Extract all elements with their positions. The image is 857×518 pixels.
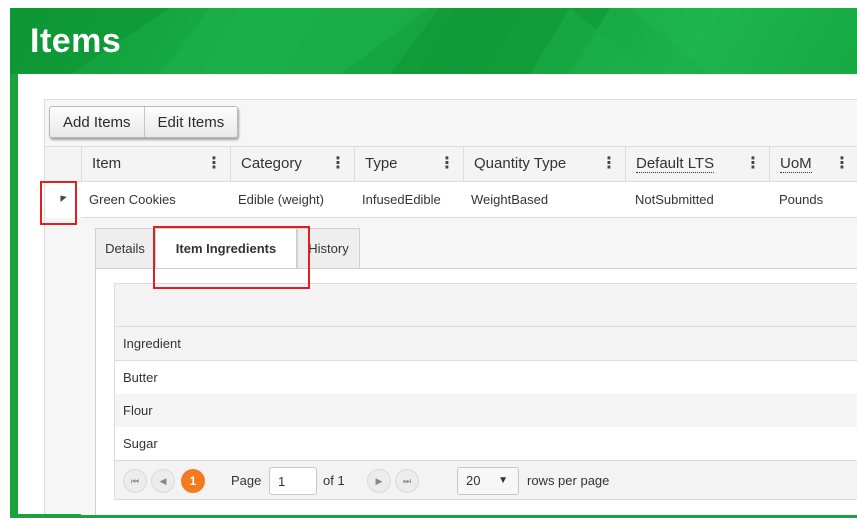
list-item[interactable]: Sugar	[114, 427, 857, 460]
chevron-down-icon: ▼	[498, 475, 508, 486]
prev-page-icon[interactable]: ◀	[151, 469, 175, 493]
column-header-ingredient[interactable]: Ingredient	[114, 327, 857, 361]
column-header-category[interactable]: Category ⋮	[230, 147, 354, 182]
page-count-label: of 1	[323, 473, 345, 488]
column-header-item[interactable]: Item ⋮	[81, 147, 230, 182]
column-header-label: Default LTS	[636, 155, 715, 173]
rows-per-page-label: rows per page	[527, 473, 610, 488]
next-page-icon[interactable]: ▶	[367, 469, 391, 493]
current-page-button[interactable]: 1	[181, 469, 205, 493]
column-menu-icon[interactable]: ⋮	[834, 147, 850, 181]
grid-header: Item ⋮ Category ⋮ Type ⋮ Quantity Type ⋮…	[45, 146, 857, 182]
main-content: Add Items Edit Items Item ⋮ Category ⋮ T…	[18, 74, 857, 515]
column-header-uom[interactable]: UoM ⋮	[769, 147, 857, 182]
cell-item: Green Cookies	[89, 192, 176, 207]
items-grid-panel: Add Items Edit Items Item ⋮ Category ⋮ T…	[44, 99, 857, 515]
row-detail: Details Item Ingredients History Ingredi…	[81, 218, 857, 515]
tab-item-ingredients[interactable]: Item Ingredients	[155, 228, 297, 271]
ingredients-panel: Ingredient Butter Flour Sugar ⏮ ◀ 1 Page…	[95, 268, 857, 515]
column-header-label: Item	[92, 155, 122, 172]
column-menu-icon[interactable]: ⋮	[206, 147, 222, 181]
row-expand-cell[interactable]	[45, 182, 81, 218]
cell-default-lts: NotSubmitted	[635, 192, 714, 207]
column-menu-icon[interactable]: ⋮	[745, 147, 761, 181]
column-menu-icon[interactable]: ⋮	[601, 147, 617, 181]
page-number-input[interactable]	[269, 467, 317, 495]
first-page-icon[interactable]: ⏮	[123, 469, 147, 493]
header-pattern	[10, 8, 857, 74]
grid-toolbar: Add Items Edit Items	[49, 106, 239, 138]
column-menu-icon[interactable]: ⋮	[439, 147, 455, 181]
add-items-button[interactable]: Add Items	[50, 107, 144, 137]
tab-details[interactable]: Details	[95, 228, 155, 268]
cell-quantity-type: WeightBased	[471, 192, 549, 207]
pager: ⏮ ◀ 1 Page of 1 ▶ ⏭ 20 ▼ rows per page	[114, 460, 857, 500]
ingredients-toolbar	[114, 283, 857, 327]
last-page-icon[interactable]: ⏭	[395, 469, 419, 493]
column-header-label: Type	[365, 155, 398, 172]
list-item[interactable]: Butter	[114, 361, 857, 394]
app-frame: Items Add Items Edit Items Item ⋮ Catego…	[0, 0, 857, 518]
cell-uom: Pounds	[779, 192, 824, 207]
page-title: Items	[30, 22, 122, 60]
column-header-label: UoM	[780, 155, 812, 173]
column-header-label: Quantity Type	[474, 155, 567, 172]
column-header-default-lts[interactable]: Default LTS ⋮	[625, 147, 769, 182]
list-item[interactable]: Flour	[114, 394, 857, 427]
column-header-type[interactable]: Type ⋮	[354, 147, 463, 182]
page-size-value: 20	[466, 473, 481, 488]
cell-category: Edible (weight)	[238, 192, 324, 207]
column-header-label: Category	[241, 155, 302, 172]
column-header-quantity-type[interactable]: Quantity Type ⋮	[463, 147, 625, 182]
table-row[interactable]: Green Cookies Edible (weight) InfusedEdi…	[81, 182, 857, 218]
column-menu-icon[interactable]: ⋮	[330, 147, 346, 181]
tab-history[interactable]: History	[297, 228, 360, 268]
cell-type: InfusedEdible	[362, 192, 441, 207]
edit-items-button[interactable]: Edit Items	[143, 107, 238, 137]
collapse-arrow-icon[interactable]	[57, 193, 67, 202]
page-header: Items	[10, 8, 857, 74]
page-label: Page	[231, 473, 262, 488]
page-size-select[interactable]: 20 ▼	[457, 467, 519, 495]
